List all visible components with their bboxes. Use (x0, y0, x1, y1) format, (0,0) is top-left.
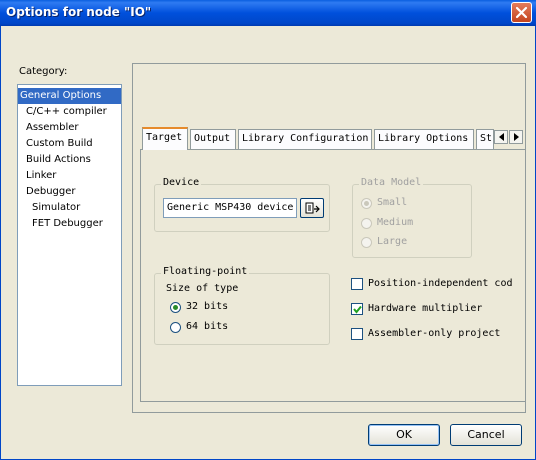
float-64-bits-radio[interactable] (170, 322, 181, 333)
tab-library-configuration[interactable]: Library Configuration (238, 129, 372, 149)
float-64-bits-label[interactable]: 64 bits (186, 321, 228, 332)
category-item-general-options[interactable]: General Options (18, 88, 121, 104)
data-model-small-label: Small (377, 197, 408, 208)
category-item-custom-build[interactable]: Custom Build (18, 136, 121, 152)
ok-button[interactable]: OK (368, 424, 440, 446)
category-list[interactable]: General Options C/C++ compiler Assembler… (17, 84, 122, 386)
tab-library-options[interactable]: Library Options (374, 129, 474, 149)
data-model-medium-label: Medium (377, 217, 414, 228)
title-bar[interactable]: Options for node "IO" (0, 0, 536, 26)
tab-output[interactable]: Output (190, 129, 236, 149)
float-32-bits-radio[interactable] (170, 302, 181, 313)
hardware-multiplier-label[interactable]: Hardware multiplier (368, 303, 482, 314)
arrow-right-icon (514, 133, 519, 141)
data-model-large-label: Large (377, 236, 408, 247)
category-item-fet-debugger[interactable]: FET Debugger (18, 216, 121, 232)
float-32-bits-label[interactable]: 32 bits (186, 301, 228, 312)
window-title: Options for node "IO" (6, 5, 152, 19)
data-model-medium-radio[interactable] (361, 218, 372, 229)
position-independent-label[interactable]: Position-independent cod (368, 278, 513, 289)
hardware-multiplier-checkbox[interactable] (351, 303, 363, 315)
device-group-title: Device (161, 177, 202, 188)
category-item-build-actions[interactable]: Build Actions (18, 152, 121, 168)
device-select-button[interactable] (300, 198, 324, 218)
floating-point-group-title: Floating-point (161, 266, 250, 277)
category-item-c-cpp-compiler[interactable]: C/C++ compiler (18, 104, 121, 120)
device-field[interactable]: Generic MSP430 device (163, 198, 297, 218)
data-model-small-radio[interactable] (361, 198, 372, 209)
tab-target[interactable]: Target (142, 127, 188, 150)
category-item-debugger[interactable]: Debugger (18, 184, 121, 200)
data-model-group-title: Data Model (359, 177, 424, 188)
assembler-only-label[interactable]: Assembler-only project (368, 328, 500, 339)
cancel-button[interactable]: Cancel (450, 424, 522, 446)
close-icon (515, 6, 528, 19)
tab-stack[interactable]: St (476, 129, 494, 149)
device-list-icon (305, 202, 320, 214)
data-model-large-radio[interactable] (361, 237, 372, 248)
category-item-assembler[interactable]: Assembler (18, 120, 121, 136)
category-item-simulator[interactable]: Simulator (18, 200, 121, 216)
size-of-type-label: Size of type (166, 283, 239, 294)
category-label: Category: (19, 66, 68, 77)
arrow-left-icon (499, 133, 504, 141)
category-item-linker[interactable]: Linker (18, 168, 121, 184)
tab-scroll-left-button[interactable] (494, 130, 508, 144)
tab-scroll-right-button[interactable] (509, 130, 523, 144)
assembler-only-checkbox[interactable] (351, 328, 363, 340)
close-button[interactable] (511, 2, 532, 23)
position-independent-checkbox[interactable] (351, 278, 363, 290)
checkmark-icon (353, 305, 362, 314)
